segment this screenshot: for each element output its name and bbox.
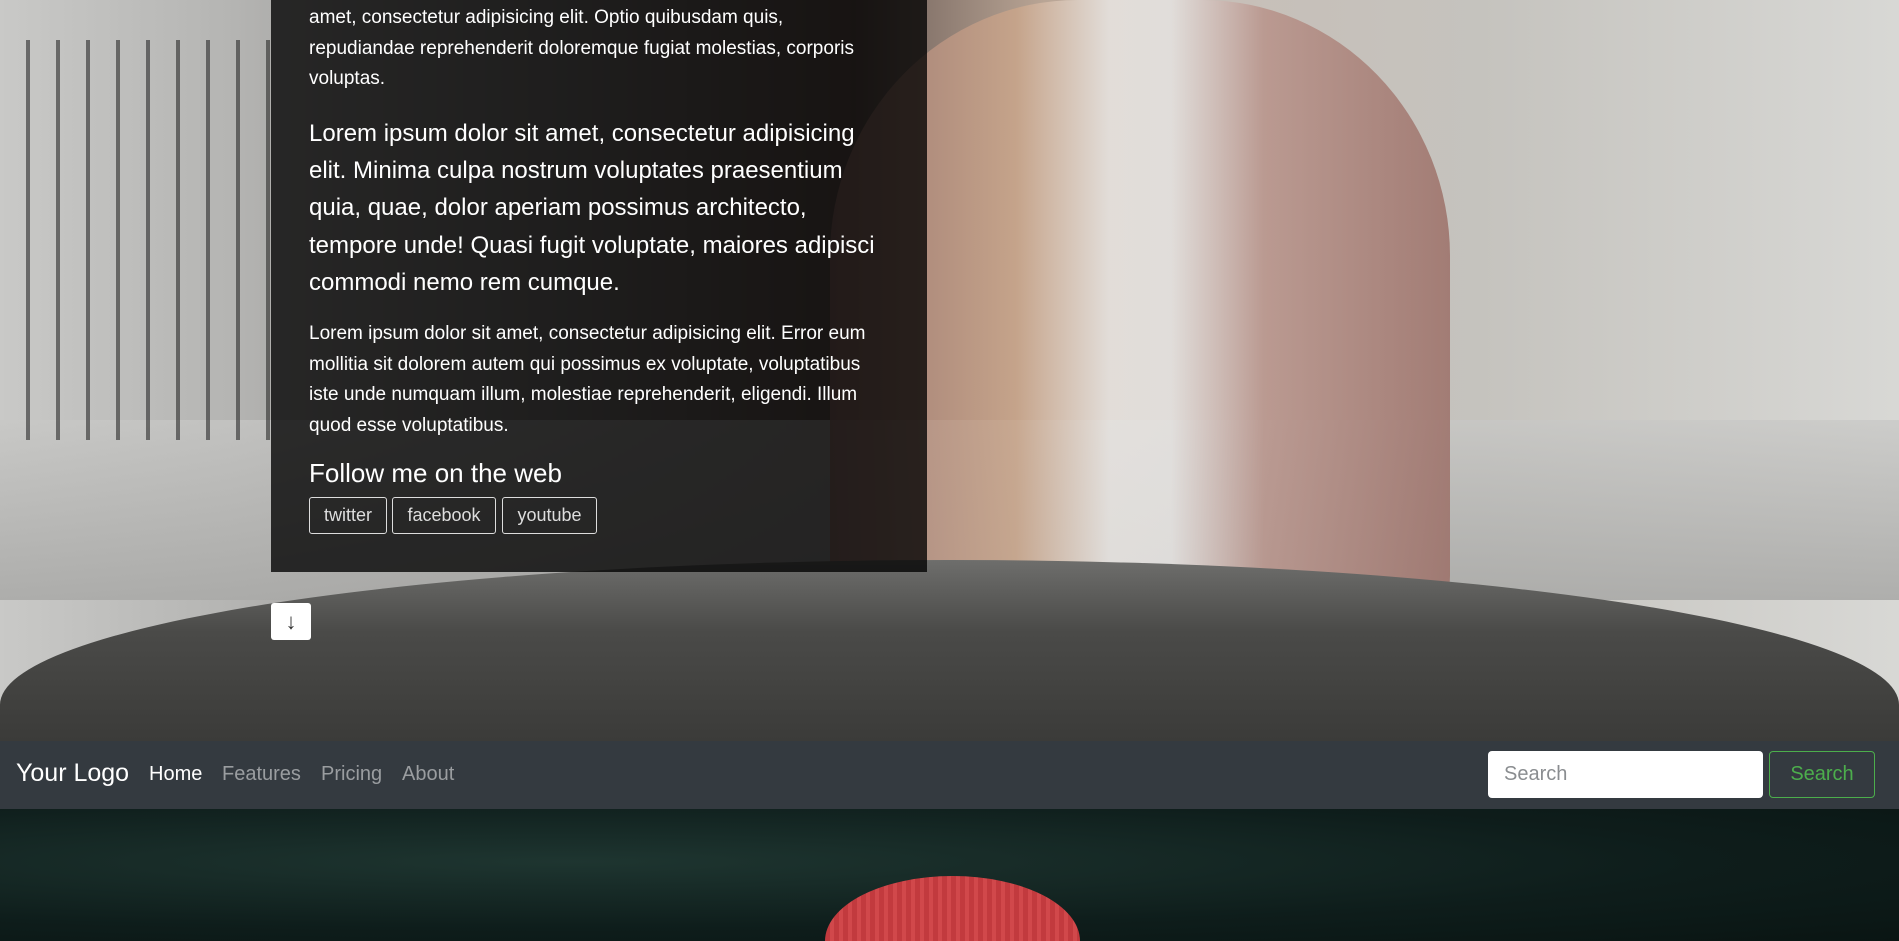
nav-features[interactable]: Features [222, 763, 301, 786]
navbar: Your Logo Home Features Pricing About Se… [0, 741, 1899, 809]
hero-section: amet, consectetur adipisicing elit. Opti… [0, 0, 1899, 741]
arrow-down-icon[interactable]: ↓ [271, 603, 311, 640]
nav-pricing[interactable]: Pricing [321, 763, 382, 786]
nav-about[interactable]: About [402, 763, 454, 786]
follow-heading: Follow me on the web [309, 458, 562, 488]
intro-paragraph: amet, consectetur adipisicing elit. Opti… [309, 7, 854, 89]
search-button[interactable]: Search [1769, 751, 1875, 798]
lead-paragraph: Lorem ipsum dolor sit amet, consectetur … [309, 120, 875, 296]
background-red-beanie [825, 876, 1080, 941]
search-input[interactable] [1488, 751, 1763, 798]
nav-home[interactable]: Home [149, 763, 202, 786]
twitter-button[interactable]: twitter [309, 497, 387, 534]
background-fence [0, 40, 270, 440]
next-section-background [0, 809, 1899, 941]
youtube-button[interactable]: youtube [502, 497, 597, 534]
body-paragraph: Lorem ipsum dolor sit amet, consectetur … [309, 323, 866, 436]
facebook-button[interactable]: facebook [392, 497, 496, 534]
logo[interactable]: Your Logo [16, 759, 129, 788]
